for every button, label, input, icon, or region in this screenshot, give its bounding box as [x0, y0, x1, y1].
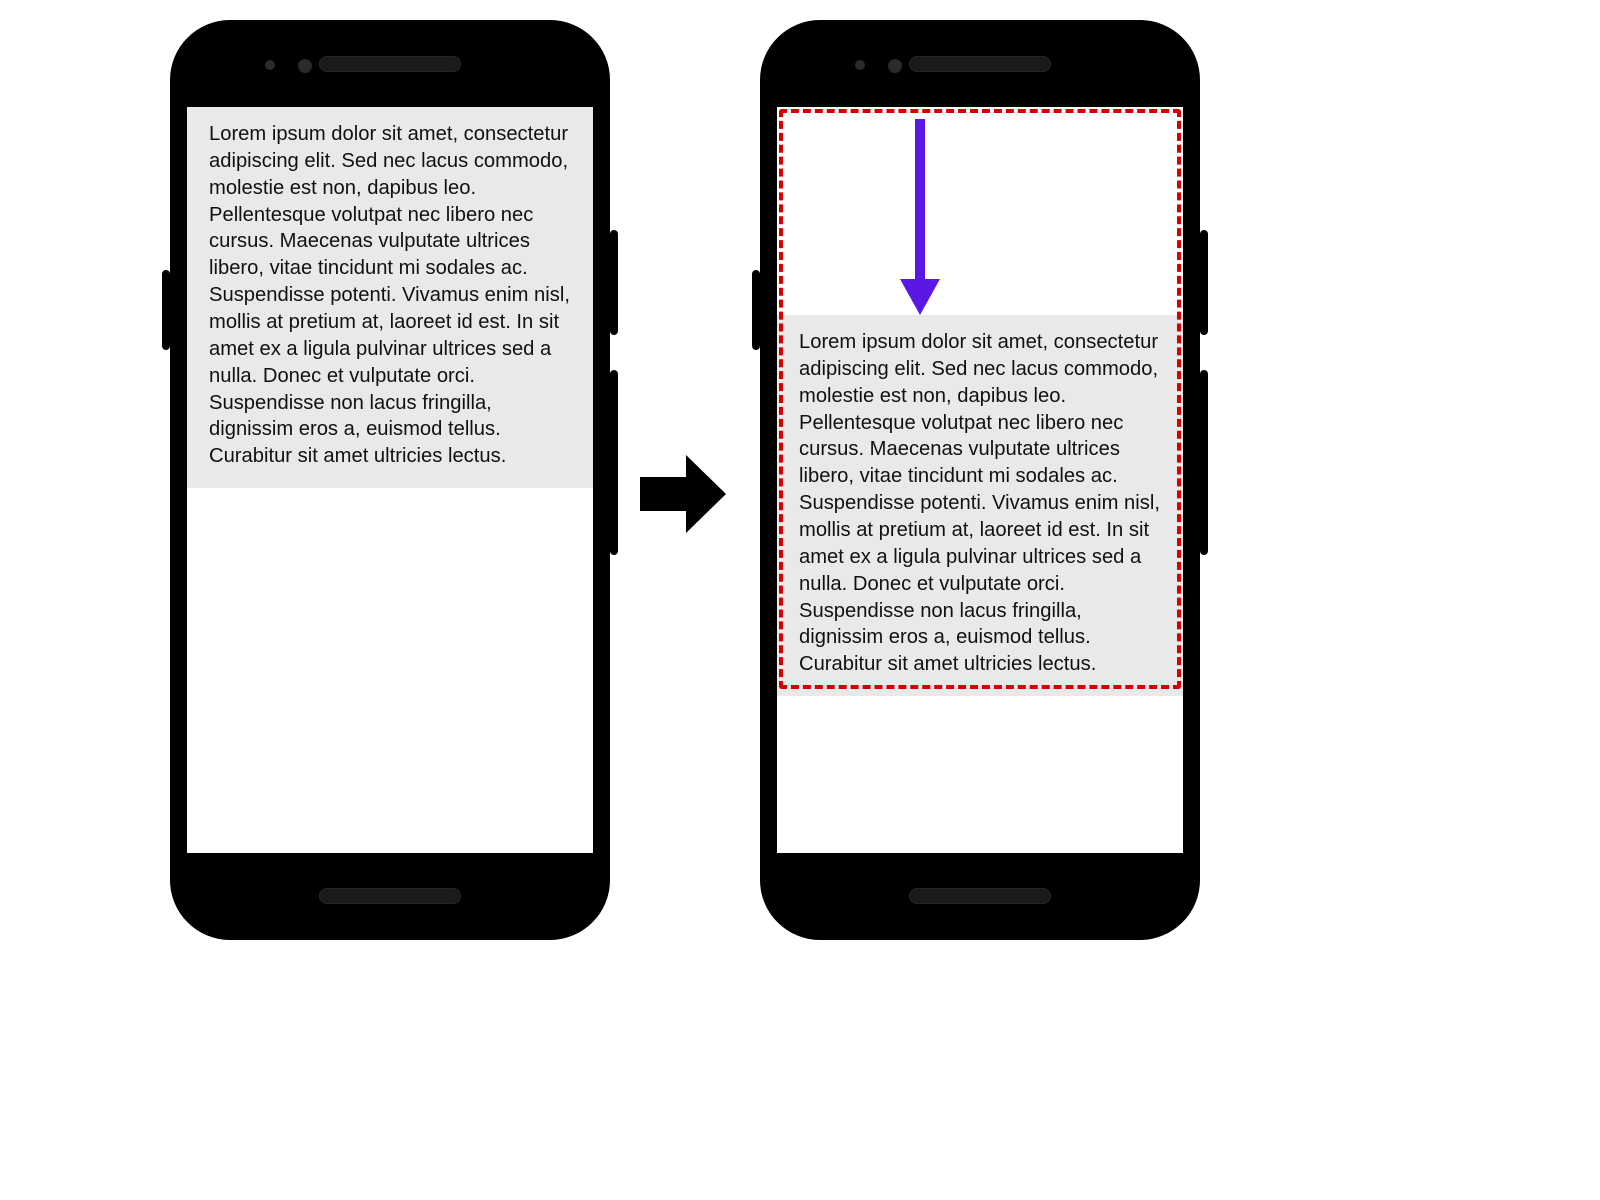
home-pill: [909, 888, 1051, 904]
content-text-block: Lorem ipsum dolor sit amet, consectetur …: [777, 315, 1183, 696]
phone-before: Lorem ipsum dolor sit amet, consectetur …: [170, 20, 610, 940]
phone-screen: Lorem ipsum dolor sit amet, consectetur …: [777, 107, 1183, 853]
volume-button: [1200, 370, 1208, 555]
power-button: [1200, 230, 1208, 335]
earpiece-speaker: [909, 56, 1051, 72]
transition-arrow-icon: [640, 455, 726, 538]
content-text-block: Lorem ipsum dolor sit amet, consectetur …: [187, 107, 593, 488]
front-camera: [888, 59, 902, 73]
volume-button: [610, 370, 618, 555]
downward-arrow-icon: [897, 119, 943, 320]
phone-screen: Lorem ipsum dolor sit amet, consectetur …: [187, 107, 593, 853]
earpiece-speaker: [319, 56, 461, 72]
phone-after: Lorem ipsum dolor sit amet, consectetur …: [760, 20, 1200, 940]
diagram-stage: Lorem ipsum dolor sit amet, consectetur …: [0, 0, 1600, 1200]
home-pill: [319, 888, 461, 904]
side-button: [162, 270, 170, 350]
power-button: [610, 230, 618, 335]
front-camera: [298, 59, 312, 73]
side-button: [752, 270, 760, 350]
